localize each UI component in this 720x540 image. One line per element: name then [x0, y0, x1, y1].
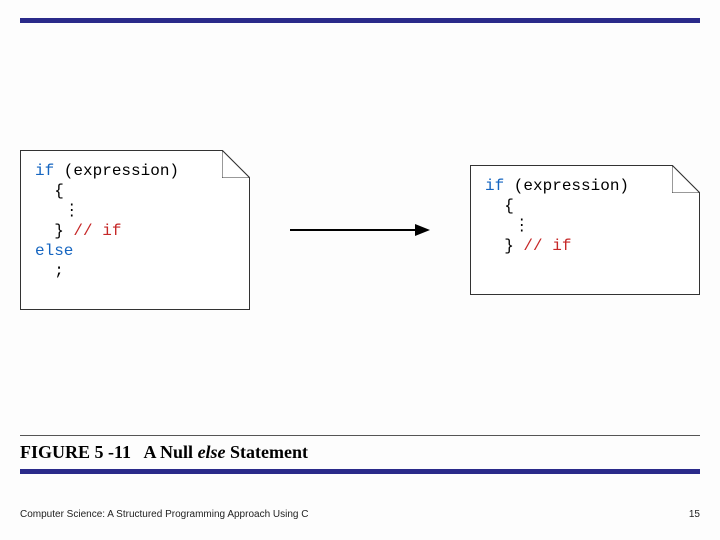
figure-title-prefix: A Null	[144, 442, 198, 462]
top-rule	[20, 18, 700, 23]
thin-rule	[20, 435, 700, 436]
figure-title-em: else	[198, 442, 226, 462]
code-box-right: if (expression) { ⋮ } // if	[470, 165, 700, 295]
page-fold-icon	[222, 150, 250, 178]
arrow-icon	[285, 220, 435, 240]
footer-text: Computer Science: A Structured Programmi…	[20, 509, 308, 520]
page-number: 15	[689, 509, 700, 520]
figure-caption: FIGURE 5 -11 A Null else Statement	[20, 440, 700, 467]
code-box-left: if (expression) { ⋮ } // if else ;	[20, 150, 250, 310]
footer: Computer Science: A Structured Programmi…	[20, 509, 700, 520]
figure-title-suffix: Statement	[226, 442, 308, 462]
figure-content: if (expression) { ⋮ } // if else ; if (e…	[20, 150, 700, 310]
caption-block: FIGURE 5 -11 A Null else Statement	[20, 435, 700, 474]
code-right: if (expression) { ⋮ } // if	[485, 176, 629, 256]
thick-rule	[20, 469, 700, 474]
page-fold-icon	[672, 165, 700, 193]
code-left: if (expression) { ⋮ } // if else ;	[35, 161, 179, 281]
figure-label: FIGURE 5 -11	[20, 442, 131, 462]
